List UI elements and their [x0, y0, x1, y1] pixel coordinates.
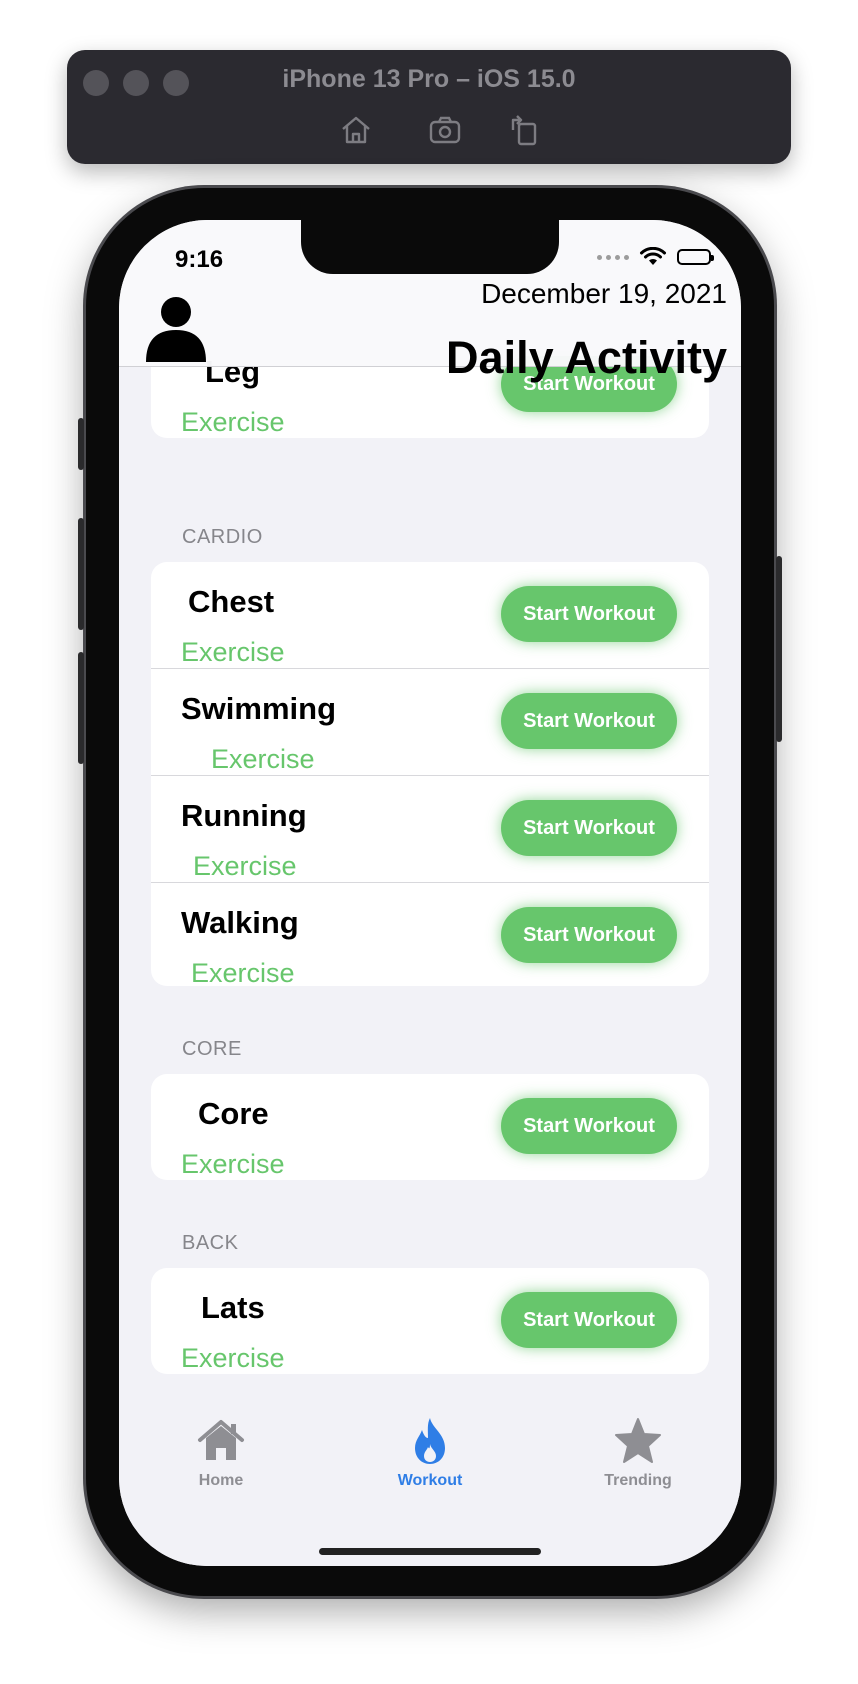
workout-title: Lats	[201, 1290, 265, 1325]
wifi-icon	[640, 247, 666, 265]
workout-subtitle: Exercise	[181, 1149, 285, 1179]
section-header-back: BACK	[182, 1232, 239, 1254]
start-workout-button[interactable]: Start Workout	[501, 586, 677, 642]
volume-up-button	[78, 518, 84, 630]
status-icons	[597, 247, 714, 267]
core-card: Core Exercise Start Workout	[151, 1074, 709, 1180]
home-indicator[interactable]	[319, 1548, 541, 1555]
workout-subtitle: Exercise	[181, 1343, 285, 1373]
start-workout-button[interactable]: Start Workout	[501, 800, 677, 856]
start-workout-button[interactable]: Start Workout	[501, 1098, 677, 1154]
star-icon	[615, 1418, 661, 1463]
back-card: Lats Exercise Start Workout	[151, 1268, 709, 1374]
screenshot-icon[interactable]	[427, 112, 463, 148]
tab-workout-label: Workout	[397, 1472, 463, 1489]
list-item: Running Exercise Start Workout	[151, 776, 709, 883]
flame-icon	[415, 1418, 445, 1464]
list-item: Walking Exercise Start Workout	[151, 883, 709, 986]
cellular-dots-icon	[597, 254, 629, 260]
tab-trending-label: Trending	[604, 1472, 672, 1489]
header-date: December 19, 2021	[481, 278, 727, 309]
home-icon[interactable]	[338, 112, 374, 148]
app-screen: 9:16 Leg Exercise Start Workout CARDIO C…	[119, 220, 741, 1566]
tab-bar: Home Workout Trending	[119, 1416, 741, 1566]
workout-title: Running	[181, 798, 307, 833]
notch	[301, 220, 559, 274]
cardio-card: Chest Exercise Start Workout Swimming Ex…	[151, 562, 709, 986]
tab-trending[interactable]: Trending	[578, 1416, 698, 1490]
start-workout-button[interactable]: Start Workout	[501, 907, 677, 963]
phone-frame: 9:16 Leg Exercise Start Workout CARDIO C…	[78, 188, 782, 1596]
battery-icon	[677, 249, 714, 265]
tab-home-label: Home	[198, 1472, 244, 1489]
list-item: Swimming Exercise Start Workout	[151, 669, 709, 776]
workout-subtitle: Exercise	[181, 637, 285, 667]
tab-home[interactable]: Home	[161, 1416, 281, 1490]
workout-title: Swimming	[181, 691, 337, 726]
start-workout-button[interactable]: Start Workout	[501, 693, 677, 749]
workout-subtitle: Exercise	[181, 407, 285, 437]
page-title: Daily Activity	[446, 332, 727, 383]
simulator-toolbar: iPhone 13 Pro – iOS 15.0	[67, 50, 791, 164]
section-header-core: CORE	[182, 1038, 242, 1060]
workout-subtitle: Exercise	[211, 744, 315, 774]
rotate-icon[interactable]	[507, 112, 543, 148]
workout-title: Chest	[188, 584, 275, 619]
list-item: Core Exercise Start Workout	[151, 1074, 709, 1180]
power-button	[776, 556, 782, 742]
section-header-cardio: CARDIO	[182, 526, 263, 548]
workout-title: Walking	[181, 905, 299, 940]
status-time: 9:16	[175, 246, 224, 273]
list-item: Lats Exercise Start Workout	[151, 1268, 709, 1374]
house-icon	[198, 1420, 244, 1460]
volume-down-button	[78, 652, 84, 764]
workout-subtitle: Exercise	[193, 851, 297, 881]
start-workout-button[interactable]: Start Workout	[501, 1292, 677, 1348]
list-item: Chest Exercise Start Workout	[151, 562, 709, 669]
workout-title: Core	[198, 1096, 269, 1131]
simulator-title: iPhone 13 Pro – iOS 15.0	[282, 65, 576, 93]
tab-workout[interactable]: Workout	[370, 1416, 490, 1490]
workout-subtitle: Exercise	[191, 958, 295, 986]
person-icon[interactable]	[146, 296, 206, 364]
mute-switch	[78, 418, 84, 470]
